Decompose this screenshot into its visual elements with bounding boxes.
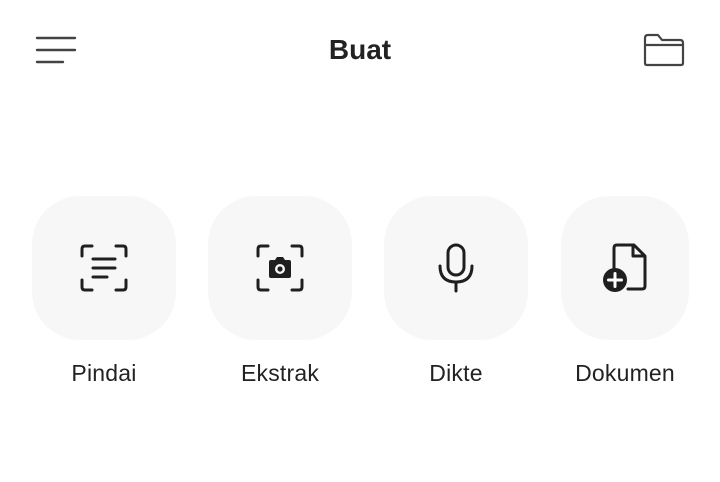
document-tile[interactable] — [561, 196, 689, 340]
scan-label: Pindai — [71, 360, 137, 386]
add-document-icon — [600, 242, 650, 294]
microphone-icon — [436, 242, 476, 294]
extract-tile[interactable] — [208, 196, 352, 340]
page-title: Buat — [328, 34, 392, 65]
document-label: Dokumen — [575, 360, 675, 386]
extract-label: Ekstrak — [240, 360, 320, 386]
scan-document-icon — [79, 243, 129, 293]
document-action[interactable]: Dokumen — [537, 196, 713, 388]
folder-button[interactable] — [636, 28, 692, 72]
extract-action[interactable]: Ekstrak — [192, 196, 368, 388]
create-actions: Pindai Ekstrak Dikte Dokumen — [0, 196, 720, 396]
dictate-tile[interactable] — [384, 196, 528, 340]
camera-scan-icon — [255, 243, 305, 293]
scan-action[interactable]: Pindai — [16, 196, 192, 388]
create-screen: Buat Pindai Ekstrak Dikte Dokumen — [0, 0, 720, 482]
dictate-label: Dikte — [429, 360, 483, 386]
folder-icon — [643, 33, 685, 67]
scan-tile[interactable] — [32, 196, 176, 340]
dictate-action[interactable]: Dikte — [368, 196, 544, 388]
